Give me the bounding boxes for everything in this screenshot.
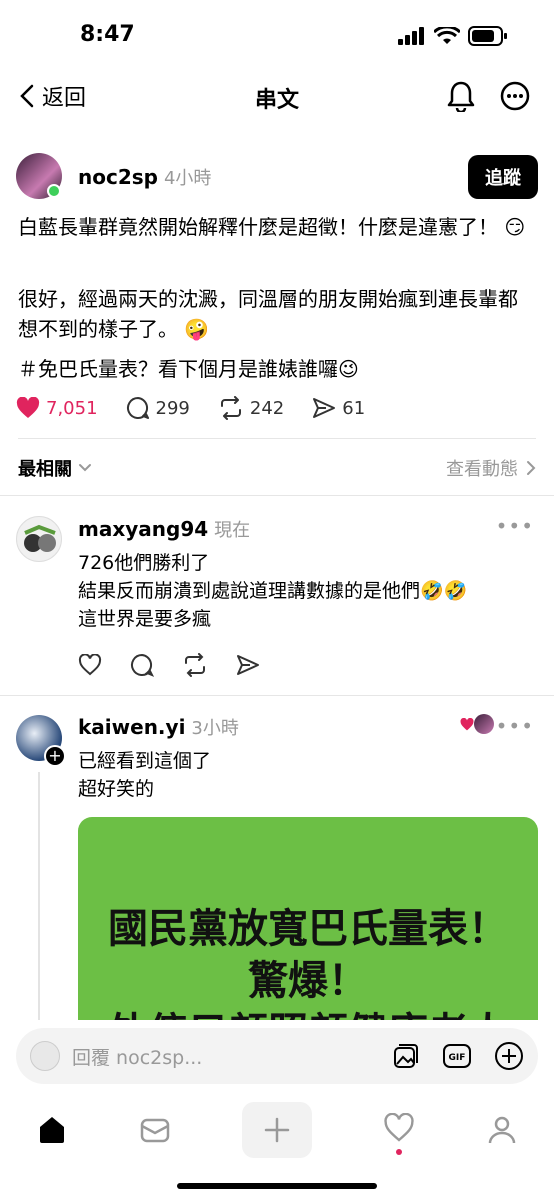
comment-time: 3小時	[191, 718, 239, 739]
more-options-icon[interactable]	[500, 81, 530, 111]
thread-line	[38, 772, 40, 1028]
like-button[interactable]: 7,051	[16, 397, 98, 419]
comment-more-button[interactable]: •••	[496, 514, 534, 538]
chevron-right-icon	[527, 461, 536, 475]
comment-line: 已經看到這個了	[78, 750, 212, 772]
plus-icon	[264, 1117, 290, 1143]
comment-time: 現在	[214, 520, 251, 541]
add-icon[interactable]	[494, 1041, 524, 1071]
send-icon	[313, 398, 336, 418]
cartoon-avatar-icon	[24, 524, 56, 552]
comment-button[interactable]: 299	[126, 396, 190, 420]
image-text-line: 驚爆！	[248, 958, 368, 1004]
post-paragraph-3: ＃免巴氏量表？看下個月是誰婊誰囉😉	[18, 357, 359, 381]
comment-body: 已經看到這個了 超好笑的	[78, 747, 211, 803]
view-activity-link[interactable]: 查看動態	[446, 455, 536, 481]
repost-icon[interactable]	[182, 653, 208, 677]
photo-icon[interactable]	[392, 1042, 420, 1070]
inbox-icon[interactable]	[139, 1114, 171, 1146]
comment-line: 超好笑的	[78, 778, 155, 800]
bell-icon[interactable]	[446, 80, 476, 112]
like-count: 7,051	[46, 397, 98, 419]
follow-button[interactable]: 追蹤	[468, 155, 538, 199]
chevron-down-icon	[79, 464, 91, 472]
comment-icon	[126, 397, 149, 419]
author-mini-avatar	[474, 714, 494, 734]
post-paragraph-2: 很好，經過兩天的沈澱，同溫層的朋友開始瘋到連長輩都想不到的樣子了。 🤪	[18, 287, 518, 341]
comment-avatar[interactable]	[16, 516, 62, 562]
post-time: 4小時	[163, 168, 212, 189]
comment-body: 726他們勝利了 結果反而崩潰到處說道理講數據的是他們🤣🤣 這世界是要多瘋	[78, 549, 467, 633]
reply-input[interactable]: 回覆 noc2sp...	[72, 1043, 392, 1070]
activity-tab[interactable]	[383, 1112, 415, 1155]
repost-icon	[220, 396, 241, 420]
profile-icon[interactable]	[486, 1114, 518, 1146]
view-activity-label: 查看動態	[446, 459, 518, 480]
comment-icon[interactable]	[130, 653, 154, 677]
heart-icon[interactable]	[78, 654, 102, 676]
sort-label: 最相關	[18, 459, 72, 480]
status-time: 8:47	[80, 22, 135, 47]
heart-icon	[384, 1112, 414, 1142]
bottom-nav	[0, 1100, 554, 1160]
wifi-icon	[434, 27, 460, 44]
small-heart-icon	[460, 717, 474, 730]
repost-button[interactable]: 242	[218, 396, 284, 420]
comment-header: maxyang94 現在	[78, 516, 250, 542]
comment-line: 這世界是要多瘋	[78, 608, 212, 630]
divider	[0, 695, 554, 696]
comment-count: 299	[155, 397, 190, 419]
comment-line: 726他們勝利了	[78, 552, 210, 574]
post-author: noc2sp 4小時	[78, 164, 211, 190]
heart-filled-icon	[16, 397, 40, 418]
image-text-line: 國民黨放寬巴氏量表！	[108, 906, 508, 952]
divider	[18, 438, 536, 439]
signal-icon	[398, 27, 424, 45]
home-icon[interactable]	[36, 1114, 68, 1146]
share-button[interactable]: 61	[312, 397, 365, 419]
send-icon[interactable]	[236, 654, 260, 676]
header-actions	[446, 80, 530, 112]
repost-count: 242	[249, 397, 285, 419]
liked-by-author-badge	[460, 714, 494, 734]
post-paragraph-1: 白藍長輩群竟然開始解釋什麼是超徵！什麼是違憲了！ 😏	[18, 215, 526, 239]
post-stats: 7,051 299 242 61	[16, 396, 393, 420]
comment-actions	[78, 653, 260, 677]
share-count: 61	[342, 397, 366, 419]
comment-line: 結果反而崩潰到處說道理講數據的是他們🤣🤣	[78, 580, 468, 602]
add-follow-badge[interactable]: +	[44, 745, 66, 767]
comment-username[interactable]: kaiwen.yi	[78, 715, 185, 739]
comment-header: kaiwen.yi 3小時	[78, 714, 239, 740]
notification-dot	[396, 1149, 403, 1155]
create-button[interactable]	[241, 1102, 312, 1158]
battery-icon	[468, 26, 507, 46]
divider	[0, 495, 554, 496]
post-username[interactable]: noc2sp	[78, 165, 158, 189]
sort-row: 最相關 查看動態	[18, 455, 536, 481]
home-indicator	[177, 1183, 377, 1189]
online-indicator	[47, 184, 61, 198]
comment-username[interactable]: maxyang94	[78, 517, 208, 541]
sort-dropdown[interactable]: 最相關	[18, 455, 92, 481]
my-avatar	[30, 1041, 60, 1071]
gif-icon[interactable]: GIF	[442, 1042, 472, 1070]
comment-more-button[interactable]: •••	[496, 714, 534, 738]
reply-bar: 回覆 noc2sp... GIF	[16, 1028, 538, 1084]
status-icons	[398, 26, 508, 46]
svg-text:GIF: GIF	[449, 1053, 466, 1063]
